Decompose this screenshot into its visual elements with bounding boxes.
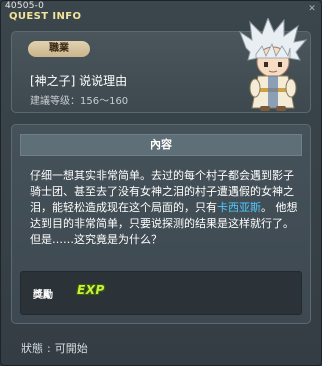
level-range: 156～160 xyxy=(80,96,129,107)
quest-id: 40505-0 xyxy=(5,1,45,11)
quest-status: 狀態: 可開始 xyxy=(21,342,88,355)
content-header: 內容 xyxy=(20,134,302,156)
level-requirement: 建議等级：156～160 xyxy=(30,96,129,107)
quest-info-panel: 職業 [神之子] 说说理由 建議等级：156～160 xyxy=(11,18,311,113)
reward-box: 獎勵 EXP xyxy=(20,271,302,315)
exp-icon: EXP xyxy=(77,283,105,297)
quest-description: 仔细一想其实非常简单。去过的每个村子都会遇到影子骑士团、甚至去了没有女神之泪的村… xyxy=(30,168,304,248)
quest-info-window: 40505-0 QUEST INFO ✕ 職業 [神之子] 说说理由 建議等级：… xyxy=(0,0,322,366)
job-badge: 職業 xyxy=(28,41,90,57)
level-label: 建議等级 xyxy=(30,96,70,107)
window-title: QUEST INFO xyxy=(9,11,82,22)
status-label: 狀態 xyxy=(21,342,43,355)
quest-content-panel: 內容 仔细一想其实非常简单。去过的每个村子都会遇到影子骑士团、甚至去了没有女神之… xyxy=(11,124,311,324)
reward-label: 獎勵 xyxy=(33,290,53,301)
npc-name-link: 卡西亚斯 xyxy=(217,201,261,214)
close-icon[interactable]: ✕ xyxy=(307,4,317,14)
status-value: 可開始 xyxy=(54,342,88,355)
npc-avatar xyxy=(238,18,308,111)
quest-name: [神之子] 说说理由 xyxy=(30,74,128,88)
